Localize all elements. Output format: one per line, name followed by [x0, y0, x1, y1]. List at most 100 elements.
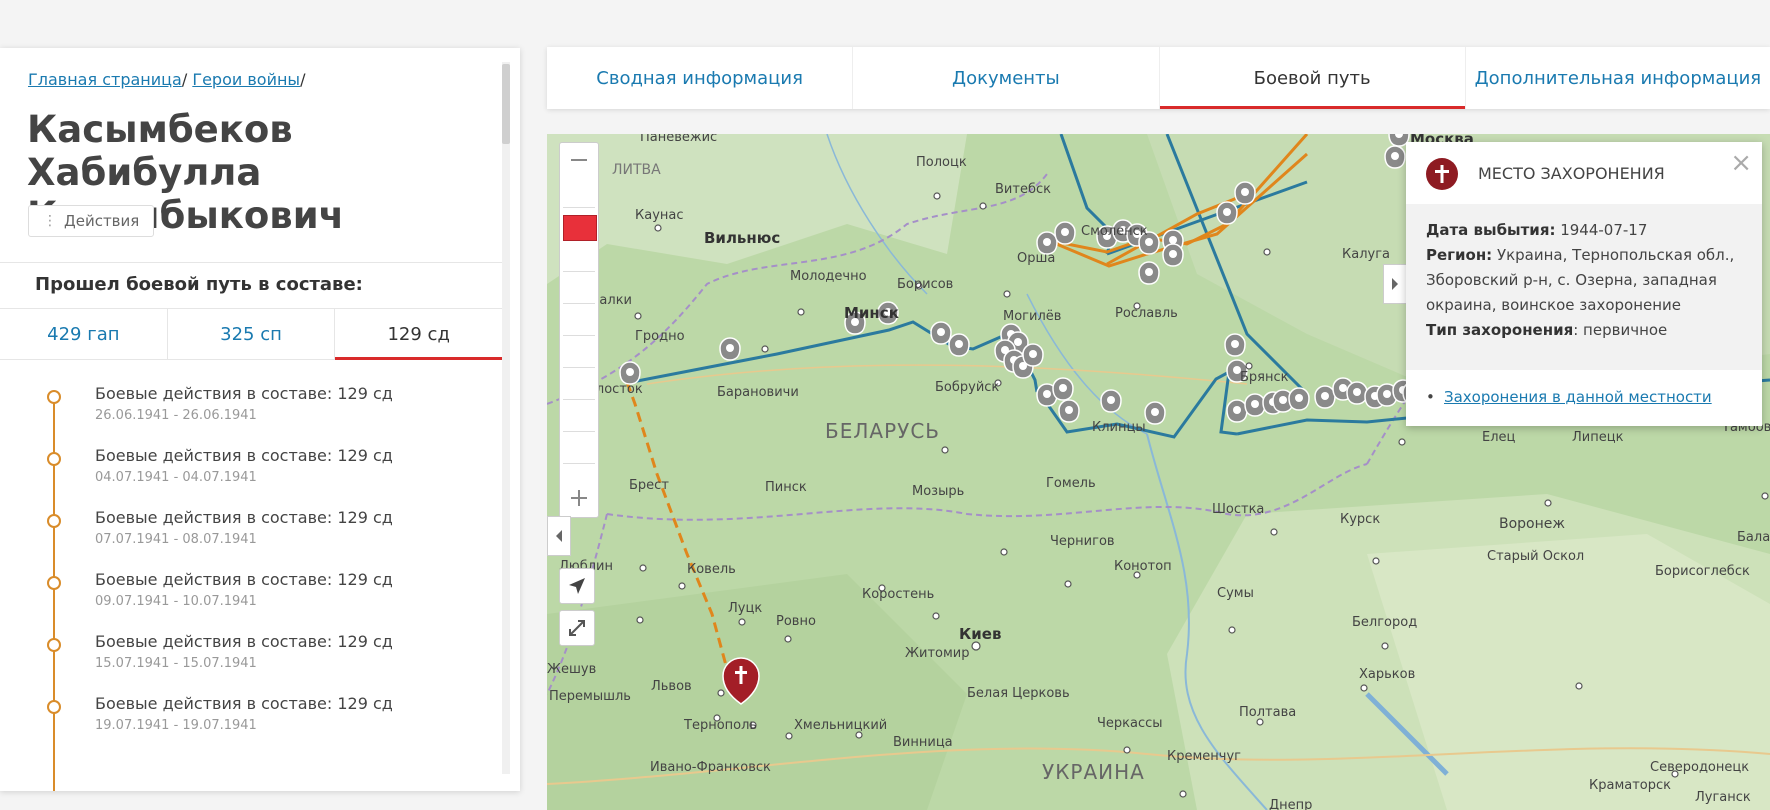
map-label-country: БЕЛАРУСЬ: [825, 419, 941, 443]
unit-tab-129-sd[interactable]: 129 сд: [335, 309, 502, 360]
map-label-country: УКРАИНА: [1042, 760, 1145, 784]
minus-icon: [571, 159, 587, 161]
timeline-item-date: 19.07.1941 - 19.07.1941: [95, 718, 257, 733]
map-label: Полоцк: [916, 155, 967, 170]
map-label: Могилёв: [1003, 309, 1062, 324]
map-label: Жешув: [547, 662, 597, 677]
unit-tabs: 429 гап 325 сп 129 сд: [0, 308, 502, 360]
map-label: Калуга: [1342, 247, 1390, 262]
timeline-item[interactable]: Боевые действия в составе: 129 сд 26.06.…: [0, 384, 480, 440]
map-label: Шостка: [1212, 502, 1265, 517]
map-label: Каунас: [635, 208, 684, 223]
panel-scrollbar-thumb[interactable]: [502, 64, 510, 144]
zoom-level-step[interactable]: [563, 279, 595, 304]
timeline-item[interactable]: Боевые действия в составе: 129 сд 09.07.…: [0, 570, 480, 626]
map-label: Луцк: [728, 601, 763, 616]
map-label: Конотоп: [1114, 559, 1172, 574]
timeline-dot-icon: [47, 514, 61, 528]
map-label: Тернополь: [684, 718, 758, 733]
map-label-city: Вильнюс: [704, 229, 781, 247]
close-icon[interactable]: ×: [1730, 150, 1752, 176]
burial-type-label: Тип захоронения: [1426, 321, 1574, 339]
map-label: Житомир: [905, 646, 970, 661]
zoom-level-step[interactable]: [563, 439, 595, 464]
timeline-item[interactable]: Боевые действия в составе: 129 сд 04.07.…: [0, 446, 480, 502]
burial-region: Регион: Украина, Тернопольская обл., Збо…: [1426, 243, 1746, 318]
map-label: Барановичи: [717, 385, 799, 400]
zoom-level-step[interactable]: [563, 407, 595, 432]
map-label: Елец: [1482, 430, 1516, 445]
map-label: Пинск: [765, 480, 807, 495]
map-label: Ковель: [687, 562, 736, 577]
timeline-dot-icon: [47, 390, 61, 404]
actions-button[interactable]: ⋮ Действия: [28, 205, 155, 237]
zoom-level-step[interactable]: [563, 343, 595, 368]
plus-icon: [571, 490, 587, 506]
zoom-control: [559, 142, 599, 518]
zoom-level-step[interactable]: [563, 311, 595, 336]
navigation-arrow-icon: [569, 578, 585, 594]
map-label: Мозырь: [912, 484, 965, 499]
expand-icon: [569, 620, 585, 636]
unit-tab-325-sp[interactable]: 325 сп: [168, 309, 336, 359]
map-label: Луганск: [1695, 790, 1751, 805]
tab-combat-path[interactable]: Боевой путь: [1159, 47, 1466, 109]
breadcrumb-separator: /: [300, 70, 306, 89]
zoom-out-button[interactable]: [560, 143, 598, 177]
map-label: Клинцы: [1092, 420, 1146, 435]
timeline-dot-icon: [47, 452, 61, 466]
map-label: Северодонецк: [1650, 760, 1750, 775]
map-label: Чернигов: [1050, 534, 1115, 549]
popup-toggle-button[interactable]: [1383, 264, 1407, 304]
map-label-city: Минск: [844, 304, 899, 322]
map-label: Паневежис: [640, 134, 718, 145]
breadcrumb-home-link[interactable]: Главная страница: [28, 70, 182, 89]
map-label: Перемышль: [549, 689, 631, 704]
map-label: Ивано-Франковск: [650, 760, 771, 775]
tab-additional-info[interactable]: Дополнительная информация: [1466, 47, 1770, 109]
zoom-level-step[interactable]: [563, 247, 595, 272]
map-label: Винница: [893, 735, 953, 750]
zoom-level-step[interactable]: [563, 375, 595, 400]
map-label: Белая Церковь: [967, 686, 1070, 701]
map-label: Молодечно: [790, 269, 867, 284]
breadcrumb-heroes-link[interactable]: Герои войны: [192, 70, 300, 89]
local-burials-link[interactable]: Захоронения в данной местности: [1444, 388, 1712, 406]
map-label-country: ЛИТВА: [612, 162, 661, 178]
map-label: Харьков: [1359, 667, 1416, 682]
tab-documents[interactable]: Документы: [853, 47, 1160, 109]
cross-icon: [1426, 158, 1458, 190]
map-label: Брянск: [1240, 370, 1289, 385]
breadcrumb-separator: /: [181, 70, 193, 89]
map-label: Орша: [1017, 251, 1056, 266]
timeline-item-title: Боевые действия в составе: 129 сд: [95, 632, 393, 651]
burial-type-value: : первичное: [1573, 321, 1668, 339]
popup-body: Дата выбытия: 1944-07-17 Регион: Украина…: [1406, 204, 1762, 370]
unit-tab-429-gap[interactable]: 429 гап: [0, 309, 168, 359]
burial-place-popup: МЕСТО ЗАХОРОНЕНИЯ × Дата выбытия: 1944-0…: [1406, 142, 1762, 426]
map-label: Сумы: [1217, 586, 1254, 601]
timeline-item[interactable]: Боевые действия в составе: 129 сд 07.07.…: [0, 508, 480, 564]
geolocation-button[interactable]: [559, 568, 595, 604]
map-label: Гомель: [1046, 476, 1096, 491]
map-label: Брест: [629, 478, 669, 493]
fullscreen-button[interactable]: [559, 610, 595, 646]
timeline-dot-icon: [47, 576, 61, 590]
zoom-level-step-current[interactable]: [563, 215, 597, 241]
zoom-level-step[interactable]: [563, 183, 595, 208]
main-tabs: Сводная информация Документы Боевой путь…: [547, 47, 1770, 109]
map-label: Липецк: [1572, 430, 1624, 445]
collapse-panel-button[interactable]: [547, 516, 571, 556]
map-label-city: Воронеж: [1499, 516, 1566, 532]
timeline-item-date: 15.07.1941 - 15.07.1941: [95, 656, 257, 671]
map-label: Старый Оскол: [1487, 549, 1585, 564]
departure-date: Дата выбытия: 1944-07-17: [1426, 218, 1746, 243]
timeline-item-date: 07.07.1941 - 08.07.1941: [95, 532, 257, 547]
timeline-item[interactable]: Боевые действия в составе: 129 сд 15.07.…: [0, 632, 480, 688]
zoom-in-button[interactable]: [560, 481, 598, 515]
map-label: Днепр: [1269, 798, 1313, 810]
map-label: Витебск: [995, 182, 1051, 197]
timeline-item[interactable]: Боевые действия в составе: 129 сд 19.07.…: [0, 694, 480, 750]
tab-summary[interactable]: Сводная информация: [547, 47, 854, 109]
panel-scrollbar-track[interactable]: [502, 62, 510, 774]
